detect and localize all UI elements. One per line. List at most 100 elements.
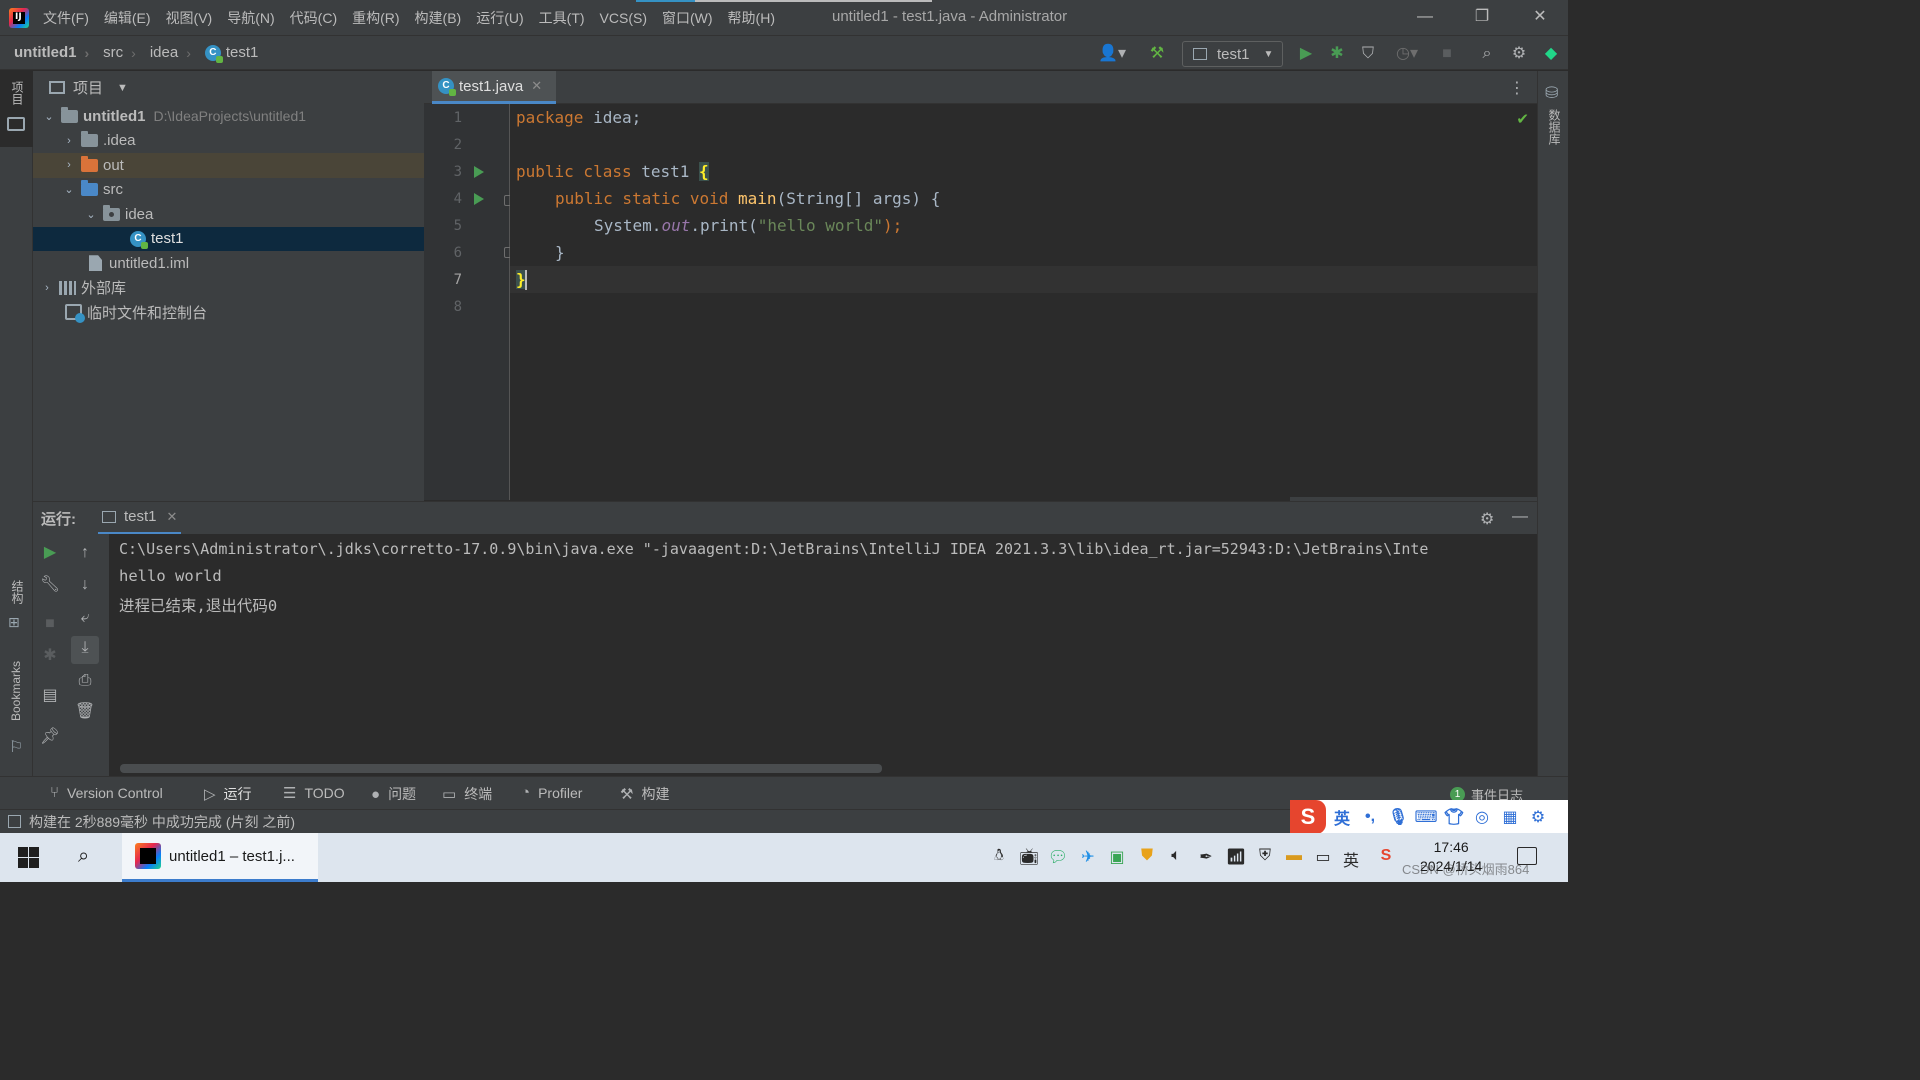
build-hammer-icon[interactable]: ⚒ [1146,44,1168,64]
stop-icon[interactable]: ■ [1437,44,1457,64]
pin-icon[interactable]: 📌︎ [38,725,62,749]
run-main-gutter-icon[interactable] [474,193,484,205]
minimize-panel-icon[interactable]: — [1512,508,1528,526]
stop-icon[interactable]: ■ [38,612,62,636]
ime-language-toggle[interactable]: 英 [1330,805,1354,829]
menu-view[interactable]: 视图(V) [166,8,213,28]
wechat-icon[interactable]: 💬︎ [1047,847,1069,867]
menu-window[interactable]: 窗口(W) [662,8,713,28]
menu-vcs[interactable]: VCS(S) [600,10,647,26]
close-icon[interactable]: ✕ [167,509,178,525]
menu-run[interactable]: 运行(U) [476,8,523,28]
tree-item-test1[interactable]: C test1 [33,226,424,251]
taskbar-app-intellij[interactable]: untitled1 – test1.j... [122,833,318,882]
close-button[interactable]: ✕ [1529,6,1551,28]
menu-file[interactable]: 文件(F) [43,8,89,28]
console-output[interactable]: C:\Users\Administrator\.jdks\corretto-17… [109,534,1537,776]
shield-icon[interactable]: ⛨ [1254,847,1276,865]
menu-navigate[interactable]: 导航(N) [227,8,274,28]
pen-icon[interactable]: ✒ [1195,847,1217,867]
debug-icon[interactable]: ✱ [1326,44,1348,64]
security-tray-icon[interactable]: ⛊ [1136,847,1158,865]
tree-item-out[interactable]: › out [33,153,424,178]
print-icon[interactable]: ⎙ [73,669,97,693]
intellij-logo-icon[interactable]: IJ [9,7,29,28]
dump-threads-icon[interactable]: ✱ [38,644,62,668]
tab-test1-java[interactable]: C test1.java ✕ [432,71,556,104]
menu-code[interactable]: 代码(C) [290,8,337,28]
tree-item-scratches[interactable]: 临时文件和控制台 [33,300,424,325]
app-tray-icon[interactable]: ▣ [1106,847,1128,867]
wrench-icon[interactable]: 🔧︎ [38,573,62,597]
no-problems-check-icon[interactable]: ✔ [1516,110,1529,128]
ime-punctuation-toggle[interactable]: •, [1358,808,1382,826]
layout-icon[interactable]: ▤ [38,684,62,708]
search-icon[interactable]: ⌕ [1476,44,1498,64]
tool-terminal[interactable]: ▭ 终端 [442,784,492,804]
settings-icon[interactable]: ⚙ [1480,509,1494,529]
microphone-icon[interactable]: 🎙︎ [1386,807,1410,827]
status-message[interactable]: 构建在 2秒889毫秒 中成功完成 (片刻 之前) [29,812,295,832]
minimize-button[interactable]: — [1414,6,1436,28]
menu-help[interactable]: 帮助(H) [728,8,775,28]
code-editor[interactable]: ✔ package idea; public class test1 { pub… [510,104,1537,500]
windows-start-icon[interactable] [18,847,39,868]
volume-icon[interactable]: 🔈︎ [1165,847,1187,865]
restore-button[interactable]: ❐ [1471,6,1493,28]
tool-build[interactable]: ⚒ 构建 [620,784,669,804]
toolbox-icon[interactable]: ◆ [1540,44,1562,64]
project-panel-header[interactable]: 项目 ▼ [33,71,424,104]
project-tool-button[interactable]: 项目 [0,71,33,147]
tree-item-untitled1[interactable]: ⌄ untitled1 D:\IdeaProjects\untitled1 [33,104,424,129]
breadcrumb-package[interactable]: idea › [150,44,191,61]
tree-item-idea-dir[interactable]: › .idea [33,129,424,154]
input-language-indicator[interactable]: 英 [1340,847,1362,871]
tree-item-external-libraries[interactable]: › 外部库 [33,276,424,301]
tool-problems[interactable]: ● 问题 [371,784,416,804]
apps-grid-icon[interactable]: ▦ [1498,807,1522,827]
qq-icon[interactable]: 🐧︎ [988,847,1010,867]
coverage-icon[interactable]: ⛉ [1357,44,1379,64]
menu-tools[interactable]: 工具(T) [539,8,585,28]
bilibili-icon[interactable]: 📺︎ [1018,847,1040,867]
status-panel-icon[interactable] [8,815,21,828]
bookmarks-tool-button[interactable]: Bookmarks ⚐ [0,659,33,759]
tool-run[interactable]: ▷ 运行 [204,784,252,804]
rerun-icon[interactable]: ▶ [38,541,62,565]
sogou-tray-icon[interactable]: S [1375,847,1397,865]
search-icon[interactable]: ⌕ [78,845,89,868]
run-config-select[interactable]: test1 ▼ [1182,41,1283,67]
tree-item-src[interactable]: ⌄ src [33,178,424,203]
run-tab-test1[interactable]: test1 ✕ [98,502,182,535]
skin-shirt-icon[interactable]: 👕︎ [1442,807,1466,827]
keyboard-icon[interactable]: ⌨ [1414,807,1438,827]
soft-wrap-icon[interactable]: ⤶ [73,606,97,630]
breadcrumb-project[interactable]: untitled1 › [14,44,89,61]
tree-item-iml[interactable]: untitled1.iml [33,251,424,276]
breadcrumb-class[interactable]: Ctest1 [204,44,258,63]
feishu-icon[interactable]: ✈ [1077,847,1099,867]
profile-icon[interactable]: ◷▾ [1388,44,1426,64]
battery-icon[interactable]: ▭ [1312,847,1334,867]
wifi-icon[interactable]: 📶︎ [1225,847,1247,867]
database-tool-button[interactable]: ⛁ 数据库 [1538,79,1569,159]
sogou-logo-icon[interactable]: S [1290,800,1326,834]
scroll-to-end-icon[interactable]: ⤓ [71,636,99,664]
menu-build[interactable]: 构建(B) [415,8,462,28]
breadcrumb-src[interactable]: src › [103,44,136,61]
settings-icon[interactable]: ⚙ [1508,44,1530,64]
tool-todo[interactable]: ☰ TODO [283,784,345,802]
tree-item-package-idea[interactable]: ⌄ idea [33,202,424,227]
gamepad-icon[interactable]: ◎ [1470,807,1494,827]
console-horizontal-scrollbar[interactable] [120,764,882,773]
tool-profiler[interactable]: ◔ Profiler [521,784,582,801]
folder-tray-icon[interactable]: ▬ [1283,847,1305,865]
more-options-icon[interactable]: ⋮ [1509,78,1525,98]
ime-settings-icon[interactable]: ⚙ [1526,807,1550,827]
run-class-gutter-icon[interactable] [474,166,484,178]
menu-refactor[interactable]: 重构(R) [352,8,399,28]
tool-version-control[interactable]: ⑂ Version Control [50,784,163,801]
trash-icon[interactable]: 🗑︎ [73,700,97,724]
arrow-up-icon[interactable]: ↑ [73,541,97,565]
close-icon[interactable]: ✕ [531,78,542,94]
